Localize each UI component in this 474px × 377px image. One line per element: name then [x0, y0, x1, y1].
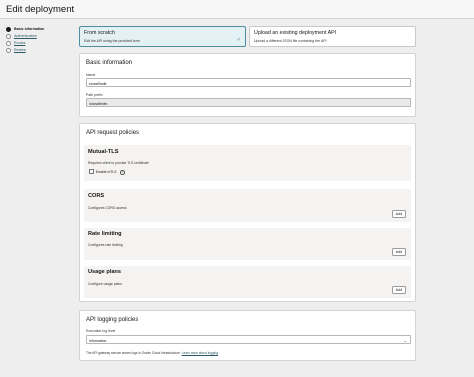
name-input[interactable]: showfilmdtr — [86, 78, 411, 87]
name-label: Name — [86, 73, 96, 77]
path-prefix-label: Path prefix — [86, 93, 103, 97]
basic-information-panel: Basic information Name showfilmdtr Path … — [79, 53, 416, 117]
cors-description: Configures CORS access — [88, 206, 127, 210]
mutual-tls-description: Requires client to provide TLS certifica… — [88, 161, 149, 165]
step-routes[interactable]: Routes — [6, 40, 76, 46]
step-label: Routes — [14, 41, 26, 46]
section-title: Basic information — [86, 60, 133, 66]
step-label: Review — [14, 48, 26, 53]
select-value: Information — [89, 338, 107, 343]
step-label: Authentication — [14, 34, 37, 39]
logging-help-text: The API gateway service stores logs in O… — [86, 351, 218, 355]
cors-section: CORS Configures CORS access Add — [84, 189, 411, 222]
option-title: From scratch — [84, 30, 115, 36]
learn-more-link[interactable]: Learn more about logging — [182, 351, 218, 355]
option-title: Upload an existing deployment API — [254, 30, 337, 36]
cors-title: CORS — [88, 193, 105, 199]
step-review[interactable]: Review — [6, 47, 76, 53]
step-indicator-icon — [6, 47, 11, 53]
help-text: The API gateway service stores logs in O… — [86, 351, 181, 355]
path-prefix-input: /showfilmfm — [86, 98, 411, 107]
usage-plans-section: Usage plans Configure usage plans Add — [84, 266, 411, 298]
option-description: Upload a different JSON file containing … — [254, 39, 327, 43]
api-logging-policies-panel: API logging policies Execution log level… — [79, 310, 416, 361]
page-title: Edit deployment — [6, 4, 75, 15]
checkmark-icon: ✓ — [236, 37, 241, 43]
step-indicator-icon — [6, 26, 11, 32]
section-title: API request policies — [86, 130, 140, 136]
add-cors-button[interactable]: Add — [392, 210, 406, 218]
mutual-tls-title: Mutual-TLS — [88, 149, 119, 155]
step-indicator-icon — [6, 33, 11, 39]
step-authentication[interactable]: Authentication — [6, 33, 76, 39]
option-from-scratch[interactable]: From scratch Edit the API using the prov… — [79, 26, 246, 47]
rate-limiting-description: Configures rate limiting — [88, 243, 123, 247]
execution-log-level-label: Execution log level — [86, 329, 116, 333]
enable-mtls-label: Enable mTLS — [96, 170, 117, 174]
usage-plans-title: Usage plans — [88, 269, 121, 275]
rate-limiting-section: Rate limiting Configures rate limiting A… — [84, 228, 411, 260]
step-label: Basic information — [14, 27, 45, 32]
mutual-tls-section: Mutual-TLS Requires client to provide TL… — [84, 145, 411, 181]
usage-plans-description: Configure usage plans — [88, 282, 122, 286]
chevron-down-icon: ⌄ — [403, 337, 407, 343]
title-bar: Edit deployment — [0, 0, 474, 19]
add-rate-limiting-button[interactable]: Add — [392, 248, 406, 256]
execution-log-level-select[interactable]: Information ⌄ — [86, 335, 411, 344]
info-icon[interactable]: i — [120, 170, 125, 175]
step-basic-information[interactable]: Basic information — [6, 26, 76, 32]
option-upload-api[interactable]: Upload an existing deployment API Upload… — [249, 26, 416, 47]
wizard-steps: Basic information Authentication Routes … — [6, 26, 76, 54]
option-description: Edit the API using the provided form — [84, 39, 140, 43]
add-usage-plans-button[interactable]: Add — [392, 286, 406, 294]
step-indicator-icon — [6, 40, 11, 46]
enable-mtls-checkbox[interactable] — [89, 169, 94, 174]
section-title: API logging policies — [86, 317, 139, 323]
rate-limiting-title: Rate limiting — [88, 231, 122, 237]
